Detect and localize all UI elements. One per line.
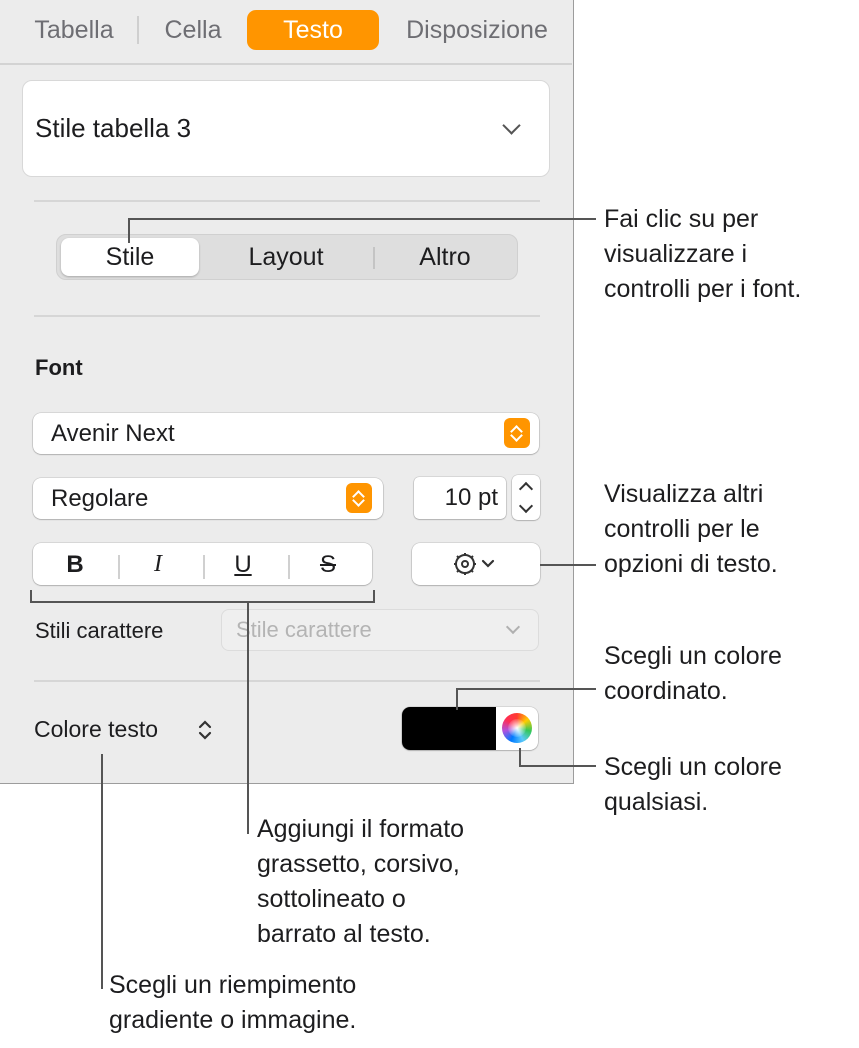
underline-button[interactable]: U	[203, 551, 283, 579]
tab-disposizione[interactable]: Disposizione	[388, 10, 566, 50]
chevron-down-icon	[502, 116, 521, 135]
gear-icon	[454, 553, 495, 575]
tab-cella[interactable]: Cella	[144, 10, 242, 50]
callout-line	[519, 765, 596, 767]
segment-altro[interactable]: Altro	[375, 238, 515, 276]
chevron-down-icon	[505, 619, 521, 635]
callout-line	[519, 748, 521, 766]
table-style-selector[interactable]: Stile tabella 3	[22, 80, 550, 177]
char-styles-label: Stili carattere	[35, 618, 164, 643]
segment-stile[interactable]: Stile	[61, 238, 199, 276]
callout-color-well: Scegli un colore coordinato.	[604, 642, 782, 705]
color-well[interactable]	[402, 707, 496, 750]
segment-layout[interactable]: Layout	[201, 238, 371, 276]
callout-bracket	[30, 601, 375, 603]
font-family-popup[interactable]: Avenir Next	[33, 413, 539, 454]
color-wheel-icon[interactable]	[502, 713, 532, 743]
char-styles-placeholder: Stile carattere	[236, 617, 372, 642]
chevron-up-icon[interactable]	[518, 481, 534, 497]
tab-tabella[interactable]: Tabella	[18, 10, 130, 50]
font-size-value: 10 pt	[444, 484, 498, 511]
callout-color-wheel: Scegli un colore qualsiasi.	[604, 753, 782, 816]
font-family-value: Avenir Next	[51, 420, 175, 447]
up-down-chevron-icon[interactable]	[196, 718, 214, 742]
bold-button[interactable]: B	[35, 551, 115, 579]
popup-stepper-icon	[504, 418, 530, 448]
callout-line	[128, 219, 130, 243]
section-divider	[34, 315, 540, 317]
font-size-field[interactable]: 10 pt	[414, 477, 506, 519]
tab-bar-divider	[0, 63, 572, 65]
font-section-title: Font	[35, 355, 83, 380]
format-inspector-panel: Tabella Cella Testo Disposizione Stile t…	[0, 0, 574, 784]
callout-segment: Fai clic su per visualizzare i controlli p…	[604, 205, 802, 303]
text-format-buttons: B I U S	[33, 543, 372, 585]
callout-line	[247, 601, 249, 834]
char-styles-popup[interactable]: Stile carattere	[221, 609, 539, 651]
callout-line	[540, 564, 596, 566]
callout-line	[128, 218, 596, 220]
font-size-stepper[interactable]	[512, 475, 540, 520]
text-color-fill-popup[interactable]: Colore testo	[34, 716, 158, 743]
chevron-down-icon[interactable]	[518, 498, 534, 514]
popup-stepper-icon	[346, 483, 372, 513]
table-style-label: Stile tabella 3	[35, 113, 192, 143]
callout-advanced-options: Visualizza altri controlli per le opzioni …	[604, 480, 778, 578]
tab-testo[interactable]: Testo	[247, 10, 379, 50]
callout-bracket	[373, 590, 375, 603]
callout-line	[101, 754, 103, 989]
callout-fill: Scegli un riempimento gradiente o immagin…	[109, 971, 357, 1034]
tab-separator	[137, 16, 139, 44]
section-divider	[34, 680, 540, 682]
callout-line	[456, 688, 596, 690]
text-segmented-control: Stile Layout Altro	[56, 234, 518, 280]
section-divider	[34, 200, 540, 202]
callout-text-format: Aggiungi il formato grassetto, corsivo, so…	[257, 815, 465, 948]
advanced-options-button[interactable]	[412, 543, 540, 585]
strikethrough-button[interactable]: S	[288, 551, 368, 579]
color-control	[402, 707, 538, 750]
typeface-popup[interactable]: Regolare	[33, 478, 383, 519]
typeface-value: Regolare	[51, 485, 149, 512]
callout-line	[456, 688, 458, 710]
italic-button[interactable]: I	[118, 551, 198, 578]
